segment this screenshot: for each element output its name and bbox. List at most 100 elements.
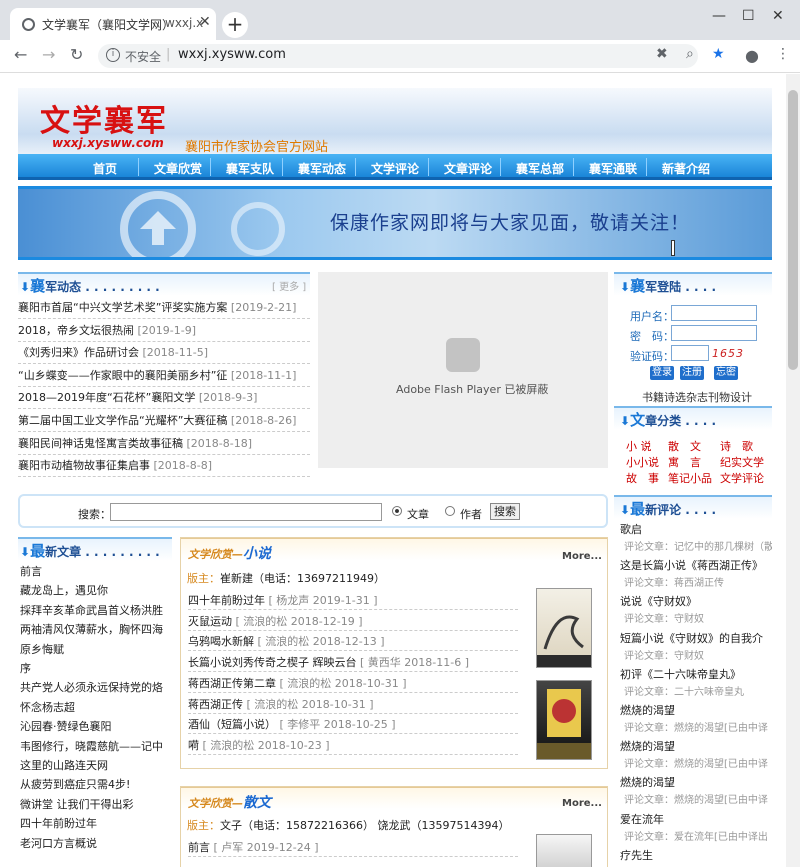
novel-item-title[interactable]: 蒋西湖正传 xyxy=(188,698,243,711)
comment-source[interactable]: 评论文章：二十六味帝皇丸 xyxy=(624,683,772,698)
search-radio-author[interactable] xyxy=(445,506,455,516)
comment-source[interactable]: 评论文章：燃烧的渴望[已由中译 xyxy=(624,791,772,806)
comment-title[interactable]: 燃烧的渴望 xyxy=(620,702,772,718)
search-button[interactable]: 搜索 xyxy=(490,503,520,520)
prose-item[interactable]: 前言 [ 卢军 2019-12-24 ] xyxy=(188,839,518,857)
nav-item-branches[interactable]: 襄军支队 xyxy=(226,160,274,177)
latest-article-item[interactable]: 沁园春·赞绿色襄阳 xyxy=(20,718,172,734)
latest-article-item[interactable]: 前言 xyxy=(20,563,172,579)
nav-item-news[interactable]: 襄军动态 xyxy=(298,160,346,177)
latest-article-item[interactable]: 四十年前盼过年 xyxy=(20,815,172,831)
comment-title[interactable]: 燃烧的渴望 xyxy=(620,738,772,754)
novel-item[interactable]: 长篇小说刘秀传奇之楔子 辉映云台 [ 黄西华 2018-11-6 ] xyxy=(188,654,518,673)
tab-title-2[interactable]: wxxj.x xyxy=(165,16,203,30)
latest-article-item[interactable]: 老河口方言概说 xyxy=(20,835,172,851)
news-item-title[interactable]: 第二届中国工业文学作品“光耀杯”大赛征稿 xyxy=(18,414,227,427)
category-link[interactable]: 寓 言 xyxy=(668,454,701,470)
news-item[interactable]: 襄阳市动植物故事征集启事 [2018-8-8] xyxy=(18,457,310,478)
news-item-title[interactable]: 2018—2019年度“石花杯”襄阳文学 xyxy=(18,391,195,404)
comment-source[interactable]: 评论文章：爱在流年[已由中译出 xyxy=(624,828,772,843)
register-button[interactable]: 注册 xyxy=(680,366,704,380)
prose-item-title[interactable]: 前言 xyxy=(188,841,210,854)
news-item[interactable]: 2018，帝乡文坛很热闹 [2019-1-9] xyxy=(18,322,310,342)
news-item-title[interactable]: “山乡蝶变——作家眼中的襄阳美丽乡村”征 xyxy=(18,369,227,382)
nav-item-appreciation[interactable]: 文章欣赏 xyxy=(154,160,202,177)
forgot-password-button[interactable]: 忘密 xyxy=(714,366,738,380)
novel-item-title[interactable]: 灭鼠运动 xyxy=(188,615,232,628)
comment-title[interactable]: 爱在流年 xyxy=(620,811,772,827)
hero-slider-handle[interactable] xyxy=(671,240,675,256)
novel-item[interactable]: 四十年前盼过年 [ 杨龙声 2019-1-31 ] xyxy=(188,592,518,610)
latest-article-item[interactable]: 怀念杨志超 xyxy=(20,699,172,715)
menu-icon[interactable]: ⋮ xyxy=(776,46,790,62)
new-tab-button[interactable]: + xyxy=(222,12,248,38)
nav-item-new-books[interactable]: 新著介绍 xyxy=(662,160,710,177)
site-logo[interactable]: 文学襄军 xyxy=(40,96,168,140)
forward-icon[interactable]: → xyxy=(42,45,55,64)
nav-item-article-review[interactable]: 文章评论 xyxy=(444,160,492,177)
latest-article-item[interactable]: 採拜辛亥革命武昌首义杨洪胜 xyxy=(20,602,172,618)
prose-book-cover[interactable] xyxy=(536,834,592,867)
comment-source[interactable]: 评论文章：守财奴 xyxy=(624,647,772,662)
novel-item-title[interactable]: 长篇小说刘秀传奇之楔子 辉映云台 xyxy=(188,656,357,669)
latest-article-item[interactable]: 微讲堂 让我们干得出彩 xyxy=(20,796,172,812)
comment-title[interactable]: 短篇小说《守财奴》的自我介 xyxy=(620,630,772,646)
latest-article-item[interactable]: 从疲劳到癌症只需4步! xyxy=(20,776,172,792)
category-link[interactable]: 散 文 xyxy=(668,438,701,454)
novel-more-link[interactable]: More... xyxy=(562,551,602,562)
novel-item[interactable]: 酒仙（短篇小说） [ 李修平 2018-10-25 ] xyxy=(188,716,518,735)
news-item-title[interactable]: 2018，帝乡文坛很热闹 xyxy=(18,324,134,337)
password-input[interactable] xyxy=(671,325,757,341)
page-scrollbar-thumb[interactable] xyxy=(788,90,798,370)
comment-source[interactable]: 评论文章：燃烧的渴望[已由中译 xyxy=(624,755,772,770)
novel-item[interactable]: 蒋西湖正传 [ 流浪的松 2018-10-31 ] xyxy=(188,696,518,714)
comment-source[interactable]: 评论文章：燃烧的渴望[已由中译 xyxy=(624,719,772,734)
category-link[interactable]: 小小说 xyxy=(626,454,659,470)
latest-article-item[interactable]: 序 xyxy=(20,660,172,676)
latest-article-item[interactable]: 这里的山路连天网 xyxy=(20,757,172,773)
nav-item-home[interactable]: 首页 xyxy=(93,160,117,177)
news-item-title[interactable]: 襄阳民间神话鬼怪寓言类故事征稿 xyxy=(18,437,183,450)
latest-article-item[interactable]: 原乡悔赋 xyxy=(20,641,172,657)
comment-source[interactable]: 评论文章：守财奴 xyxy=(624,610,772,625)
comment-title[interactable]: 初评《二十六味帝皇丸》 xyxy=(620,666,772,682)
news-item-title[interactable]: 《刘秀归来》作品研讨会 xyxy=(18,346,139,359)
novel-item[interactable]: 蒋西湖正传第二章 [ 流浪的松 2018-10-31 ] xyxy=(188,675,518,693)
bookmark-star-icon[interactable]: ★ xyxy=(712,46,725,62)
latest-article-item[interactable]: 两袖清风仅薄薪水，胸怀四海 xyxy=(20,621,172,637)
news-item[interactable]: 襄阳市首届“中兴文学艺术奖”评奖实施方案 [2019-2-21] xyxy=(18,299,310,319)
novel-item[interactable]: 乌鸦喝水新解 [ 流浪的松 2018-12-13 ] xyxy=(188,633,518,652)
url-text[interactable]: wxxj.xysww.com xyxy=(178,47,286,62)
novel-item[interactable]: 灭鼠运动 [ 流浪的松 2018-12-19 ] xyxy=(188,613,518,631)
login-button[interactable]: 登录 xyxy=(650,366,674,380)
novel-item-title[interactable]: 酒仙（短篇小说） xyxy=(188,718,276,731)
minimize-icon[interactable]: — xyxy=(712,8,726,24)
news-item-title[interactable]: 襄阳市首届“中兴文学艺术奖”评奖实施方案 xyxy=(18,301,227,314)
news-more-link[interactable]: [ 更多 ] xyxy=(272,278,306,293)
username-input[interactable] xyxy=(671,305,757,321)
latest-article-item[interactable]: 共产党人必须永远保持党的烙 xyxy=(20,679,172,695)
comment-title[interactable]: 疗先生 xyxy=(620,847,772,863)
maximize-icon[interactable]: ☐ xyxy=(742,8,755,24)
nav-item-headquarters[interactable]: 襄军总部 xyxy=(516,160,564,177)
news-item[interactable]: 《刘秀归来》作品研讨会 [2018-11-5] xyxy=(18,344,310,365)
close-window-icon[interactable]: ✕ xyxy=(772,8,784,24)
novel-item-title[interactable]: 四十年前盼过年 xyxy=(188,594,265,607)
nav-item-literary-review[interactable]: 文学评论 xyxy=(371,160,419,177)
nav-item-contacts[interactable]: 襄军通联 xyxy=(589,160,637,177)
novel-item[interactable]: 嗬 [ 流浪的松 2018-10-23 ] xyxy=(188,737,518,755)
puzzle-blocked-icon[interactable]: ✖ xyxy=(656,46,668,62)
back-icon[interactable]: ← xyxy=(14,45,27,64)
design-ad-link[interactable]: 书籍诗选杂志刊物设计 xyxy=(642,389,752,405)
news-item[interactable]: “山乡蝶变——作家眼中的襄阳美丽乡村”征 [2018-11-1] xyxy=(18,367,310,387)
category-link[interactable]: 小 说 xyxy=(626,438,652,454)
news-item[interactable]: 第二届中国工业文学作品“光耀杯”大赛征稿 [2018-8-26] xyxy=(18,412,310,432)
news-item[interactable]: 襄阳民间神话鬼怪寓言类故事征稿 [2018-8-18] xyxy=(18,435,310,455)
captcha-image[interactable]: 1653 xyxy=(712,347,744,360)
account-icon[interactable]: ● xyxy=(745,46,759,65)
comment-source[interactable]: 评论文章：蒋西湖正传 xyxy=(624,574,772,589)
search-radio-article[interactable] xyxy=(392,506,402,516)
reload-icon[interactable]: ↻ xyxy=(70,45,83,64)
novel-item-title[interactable]: 蒋西湖正传第二章 xyxy=(188,677,276,690)
comment-title[interactable]: 燃烧的渴望 xyxy=(620,774,772,790)
